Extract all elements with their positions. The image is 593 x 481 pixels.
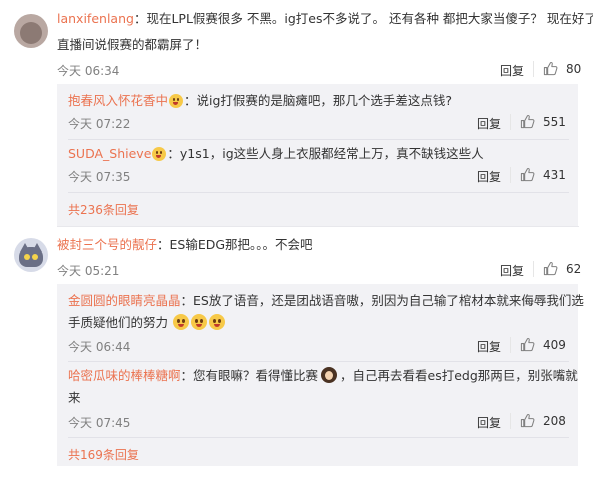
- reply-body-2: ，自己再去看看es打edg那两巨，别张嘴就: [340, 368, 578, 383]
- reply-timestamp: 今天 07:22: [68, 117, 131, 131]
- comment-divider: [57, 226, 579, 227]
- like-button[interactable]: 431: [520, 167, 566, 182]
- laughing-emoji-icon: [152, 147, 167, 161]
- reply-body: ：y1s1，ig这些人身上衣服都经常上万，真不缺钱这些人: [167, 146, 484, 161]
- divider: [68, 361, 569, 362]
- avatar[interactable]: [14, 238, 48, 272]
- comment-username[interactable]: lanxifenlang: [57, 11, 134, 26]
- divider: [68, 192, 569, 193]
- like-count: 551: [543, 114, 566, 129]
- reply-body: ：说ig打假赛的是脑瘫吧，那几个选手差这点钱?: [184, 93, 453, 108]
- divider: [533, 61, 534, 77]
- view-more-replies-link[interactable]: 共169条回复: [68, 446, 139, 463]
- like-count: 208: [543, 413, 566, 428]
- reply-button[interactable]: 回复: [500, 62, 524, 79]
- reply-text-continued: 手质疑他们的努力: [68, 314, 226, 332]
- reply-username[interactable]: SUDA_Shieve: [68, 146, 151, 161]
- thumbs-up-icon: [520, 114, 535, 129]
- reply-text: 哈密瓜味的棒棒糖啊：您有眼嘛？看得懂比赛 ，自己再去看看es打edg那两巨，别张嘴…: [68, 367, 578, 385]
- reply-body-continued: 手质疑他们的努力: [68, 315, 169, 330]
- reply-button[interactable]: 回复: [477, 414, 501, 431]
- like-count: 409: [543, 337, 566, 352]
- divider: [68, 139, 569, 140]
- thumbs-up-icon: [520, 337, 535, 352]
- reply-timestamp: 今天 06:44: [68, 340, 131, 354]
- reply-username[interactable]: 哈密瓜味的棒棒糖啊: [68, 368, 181, 383]
- like-count: 80: [566, 61, 582, 76]
- reply-timestamp: 今天 07:35: [68, 170, 131, 184]
- reply-button[interactable]: 回复: [500, 262, 524, 279]
- comment-body: ：现在LPL假赛很多 不黑。ig打es不多说了。 还有各种 都把大家当傻子？ 现…: [133, 11, 593, 26]
- comment-username[interactable]: 被封三个号的靓仔: [57, 237, 157, 252]
- reply-text: 金圆圆的眼睛亮晶晶：ES放了语音，还是团战语音嗷，别因为自己输了棺材本就来侮辱我…: [68, 292, 584, 310]
- reply-text: SUDA_Shieve ：y1s1，ig这些人身上衣服都经常上万，真不缺钱这些人: [68, 145, 484, 163]
- divider: [533, 261, 534, 277]
- like-button[interactable]: 551: [520, 114, 566, 129]
- reply-timestamp: 今天 07:45: [68, 416, 131, 430]
- reply-button[interactable]: 回复: [477, 338, 501, 355]
- comment-timestamp: 今天 06:34: [57, 64, 120, 78]
- comment-body: ：ES输EDG那把。。。不会吧: [157, 237, 313, 252]
- like-button[interactable]: 409: [520, 337, 566, 352]
- like-button[interactable]: 208: [520, 413, 566, 428]
- reply-button[interactable]: 回复: [477, 115, 501, 132]
- like-button[interactable]: 80: [543, 61, 581, 76]
- divider: [510, 413, 511, 429]
- thumbs-up-icon: [543, 261, 558, 276]
- comment-text: lanxifenlang：现在LPL假赛很多 不黑。ig打es不多说了。 还有各…: [57, 10, 593, 28]
- reply-body: ：您有眼嘛？看得懂比赛: [180, 368, 319, 383]
- comment-text: 被封三个号的靓仔：ES输EDG那把。。。不会吧: [57, 236, 313, 254]
- reply-text: 抱春风入怀花香中 ：说ig打假赛的是脑瘫吧，那几个选手差这点钱?: [68, 92, 452, 110]
- divider: [510, 337, 511, 353]
- reply-username[interactable]: 金圆圆的眼睛亮晶晶: [68, 293, 181, 308]
- thumbs-up-icon: [520, 167, 535, 182]
- reply-text-continued: 来: [68, 390, 81, 405]
- laughing-emoji-icon: [169, 94, 184, 108]
- divider: [68, 437, 569, 438]
- divider: [510, 114, 511, 130]
- view-more-replies-link[interactable]: 共236条回复: [68, 201, 139, 218]
- reply-body: ：ES放了语音，还是团战语音嗷，别因为自己输了棺材本就来侮辱我们选: [180, 293, 584, 308]
- like-button[interactable]: 62: [543, 261, 581, 276]
- laughing-emoji-icon: [191, 314, 207, 330]
- thumbs-up-icon: [543, 61, 558, 76]
- reply-button[interactable]: 回复: [477, 168, 501, 185]
- girl-emoji-icon: [321, 367, 338, 383]
- like-count: 431: [543, 167, 566, 182]
- laughing-emoji-icon: [173, 314, 189, 330]
- avatar[interactable]: [14, 14, 48, 48]
- like-count: 62: [566, 261, 582, 276]
- comment-timestamp: 今天 05:21: [57, 264, 120, 278]
- thumbs-up-icon: [520, 413, 535, 428]
- divider: [510, 167, 511, 183]
- comment-text-continued: 直播间说假赛的都霸屏了！: [57, 37, 208, 52]
- reply-username[interactable]: 抱春风入怀花香中: [68, 93, 168, 108]
- laughing-emoji-icon: [209, 314, 225, 330]
